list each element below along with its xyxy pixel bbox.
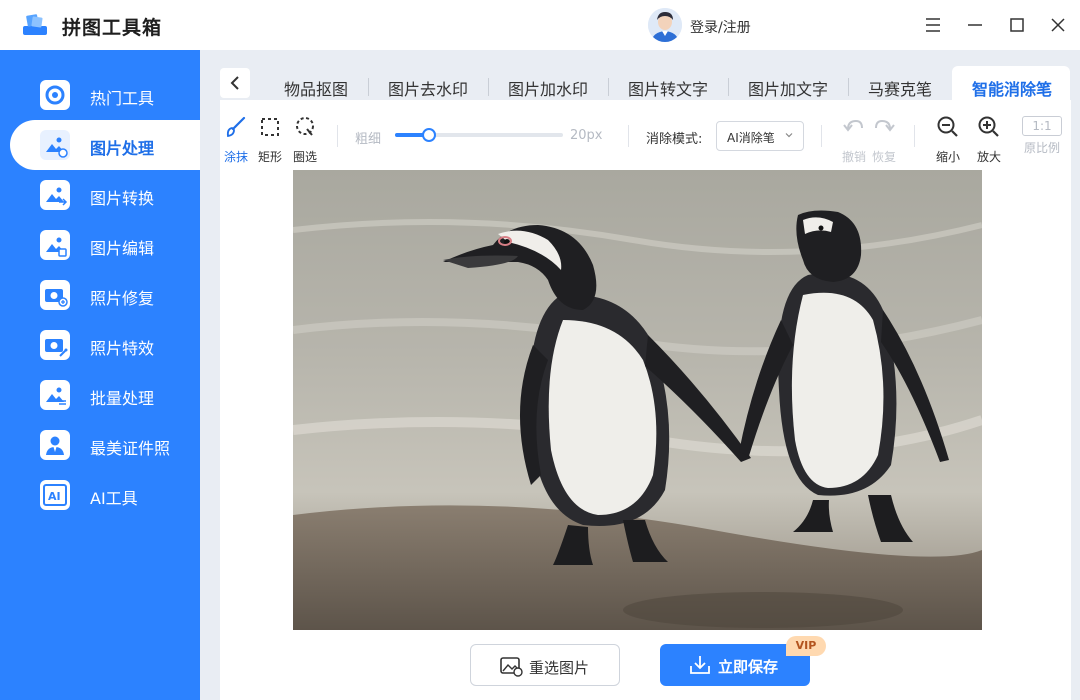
sidebar-item-label: 图片转换 <box>90 189 155 208</box>
erase-mode-value: AI消除笔 <box>727 131 775 145</box>
sidebar-item-id-photo[interactable]: 最美证件照 <box>0 420 200 470</box>
tab-add-text[interactable]: 图片加文字 <box>748 76 828 100</box>
tab-separator <box>488 78 489 96</box>
erase-mode-label: 消除模式: <box>646 132 703 147</box>
sidebar-item-image-edit[interactable]: 图片编辑 <box>0 220 200 270</box>
sidebar-item-ai-tools[interactable]: AI AI工具 <box>0 470 200 520</box>
brush-tool[interactable]: 涂抹 <box>222 116 250 165</box>
sidebar-item-photo-repair[interactable]: 照片修复 <box>0 270 200 320</box>
sidebar-item-label: 最美证件照 <box>90 439 171 458</box>
toolbar-divider <box>914 125 915 147</box>
download-icon <box>690 656 710 674</box>
slider-handle[interactable] <box>421 128 436 142</box>
rectangle-tool[interactable]: 矩形 <box>256 116 284 165</box>
brush-size-slider[interactable] <box>395 128 563 142</box>
tab-separator <box>608 78 609 96</box>
zoom-in-icon <box>978 116 999 137</box>
app-logo-icon <box>23 14 47 35</box>
save-label: 立即保存 <box>718 658 779 676</box>
tab-separator <box>728 78 729 96</box>
chevron-left-icon <box>230 76 239 90</box>
sidebar-item-batch-process[interactable]: 批量处理 <box>0 370 200 420</box>
toolbar-divider <box>628 125 629 147</box>
back-button[interactable] <box>220 68 250 98</box>
app-title: 拼图工具箱 <box>62 17 163 39</box>
toolbar-divider <box>821 125 822 147</box>
undo-icon <box>843 119 863 132</box>
sidebar-item-label: 照片特效 <box>90 339 155 358</box>
minimize-icon[interactable] <box>962 12 988 38</box>
maximize-icon[interactable] <box>1004 12 1030 38</box>
user-avatar[interactable] <box>648 8 682 42</box>
tab-image-to-text[interactable]: 图片转文字 <box>628 76 708 100</box>
brush-icon <box>226 116 246 138</box>
original-ratio-button[interactable]: 1:1 原比例 <box>1019 116 1065 156</box>
photo-repair-icon <box>40 280 70 310</box>
redo-button[interactable]: 恢复 <box>868 116 900 165</box>
close-icon[interactable] <box>1045 12 1071 38</box>
image-process-icon <box>40 130 70 160</box>
hot-tools-icon <box>40 80 70 110</box>
zoom-in-button[interactable]: 放大 <box>973 116 1005 165</box>
tab-remove-watermark[interactable]: 图片去水印 <box>388 76 468 100</box>
sidebar-item-image-process[interactable]: 图片处理 <box>10 120 200 170</box>
brush-size-value: 20px <box>570 128 603 143</box>
lasso-icon <box>296 117 314 136</box>
sidebar: 热门工具 图片处理 图片转换 图片编辑 照片修复 照片特效 批量处理 最美证件照… <box>0 50 200 700</box>
ratio-box: 1:1 <box>1022 116 1062 136</box>
editor-panel: 涂抹 矩形 圈选 粗细 20px 消除模式: AI消除笔 撤销 恢复 缩小 放大… <box>220 100 1071 700</box>
svg-text:AI: AI <box>48 490 61 503</box>
menu-icon[interactable] <box>920 12 946 38</box>
reselect-label: 重选图片 <box>529 659 590 677</box>
tab-mosaic-pen[interactable]: 马赛克笔 <box>868 76 932 100</box>
image-convert-icon <box>40 180 70 210</box>
image-reselect-icon <box>500 657 523 677</box>
batch-process-icon <box>40 380 70 410</box>
sidebar-item-label: 照片修复 <box>90 289 155 308</box>
erase-mode-select[interactable]: AI消除笔 <box>716 121 804 151</box>
sidebar-item-label: 图片编辑 <box>90 239 155 258</box>
toolbar-divider <box>337 125 338 147</box>
lasso-tool[interactable]: 圈选 <box>291 116 319 165</box>
reselect-image-button[interactable]: 重选图片 <box>470 644 620 686</box>
redo-icon <box>875 119 895 132</box>
image-edit-icon <box>40 230 70 260</box>
sidebar-item-hot-tools[interactable]: 热门工具 <box>0 70 200 120</box>
tab-add-watermark[interactable]: 图片加水印 <box>508 76 588 100</box>
title-bar: 拼图工具箱 登录/注册 <box>0 0 1080 50</box>
penguins-photo <box>293 170 982 630</box>
vip-badge: VIP <box>786 636 826 656</box>
rectangle-select-icon <box>261 118 279 136</box>
sidebar-item-label: 批量处理 <box>90 389 155 408</box>
photo-effects-icon <box>40 330 70 360</box>
undo-button[interactable]: 撤销 <box>838 116 870 165</box>
sidebar-item-label: AI工具 <box>90 489 138 508</box>
tab-separator <box>368 78 369 96</box>
tab-item-cutout[interactable]: 物品抠图 <box>284 76 348 100</box>
id-photo-icon <box>40 430 70 460</box>
sidebar-item-image-convert[interactable]: 图片转换 <box>0 170 200 220</box>
zoom-out-icon <box>937 116 958 137</box>
brush-size-label: 粗细 <box>355 132 382 147</box>
sidebar-item-photo-effects[interactable]: 照片特效 <box>0 320 200 370</box>
tab-smart-eraser[interactable]: 智能消除笔 <box>972 76 1052 100</box>
sidebar-item-label: 图片处理 <box>90 139 155 158</box>
zoom-out-button[interactable]: 缩小 <box>932 116 964 165</box>
avatar-icon <box>648 8 682 42</box>
login-register-link[interactable]: 登录/注册 <box>690 17 751 37</box>
image-canvas[interactable] <box>293 170 982 630</box>
chevron-down-icon <box>785 133 793 138</box>
tab-bar: 物品抠图 图片去水印 图片加水印 图片转文字 图片加文字 马赛克笔 智能消除笔 <box>200 50 1080 100</box>
ai-tools-icon: AI <box>40 480 70 510</box>
sidebar-item-label: 热门工具 <box>90 89 155 108</box>
tab-separator <box>848 78 849 96</box>
